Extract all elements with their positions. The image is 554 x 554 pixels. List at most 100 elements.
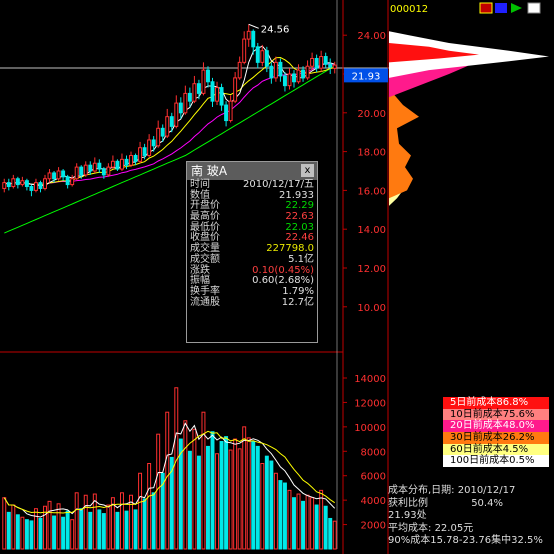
volume-tick-label: 8000 — [361, 447, 386, 458]
info-row-label: 流通股 — [190, 296, 220, 308]
candle-body — [319, 56, 324, 69]
volume-bar — [11, 504, 16, 550]
volume-bar — [183, 420, 188, 550]
candle-body — [201, 69, 206, 94]
volume-bar — [165, 411, 170, 550]
volume-bar — [210, 431, 215, 550]
volume-bar — [74, 492, 79, 550]
candle-body — [233, 77, 238, 102]
candle-body — [178, 102, 183, 114]
candle-body — [15, 178, 20, 186]
legend-item: 60日前成本4.5% — [443, 443, 549, 456]
volume-bar — [278, 480, 283, 550]
volume-bar — [314, 504, 319, 550]
candle-body — [310, 57, 315, 67]
concentration-line: 90%成本15.78-23.76集中32.5% — [388, 535, 543, 546]
volume-bar — [20, 516, 25, 550]
volume-bar — [237, 448, 242, 550]
volume-tick-label: 10000 — [354, 423, 386, 434]
volume-bar — [147, 463, 152, 550]
candle-body — [187, 92, 192, 102]
info-rows: 时间 2010/12/17/五 数值 21.933 开盘价 22.29 最高价 22.63 最低… — [187, 179, 317, 309]
candle-body — [101, 168, 106, 176]
stock-code: 000012 — [390, 4, 428, 15]
candle-body — [242, 38, 247, 63]
volume-bar — [70, 519, 75, 550]
profit-ratio-value: 50.4% — [471, 497, 503, 509]
price-point-line: 21.93处 — [388, 510, 427, 521]
high-marker-label: 24.56 — [261, 24, 290, 35]
candle-body — [151, 139, 156, 147]
volume-bar — [228, 449, 233, 550]
volume-bar — [29, 520, 34, 550]
volume-bar — [174, 387, 179, 550]
volume-tick-label: 12000 — [354, 398, 386, 409]
candle-body — [174, 102, 179, 127]
candle-body — [314, 57, 319, 69]
info-row-value: 5.1亿 — [288, 253, 314, 265]
volume-bar — [129, 494, 133, 550]
candle-body — [287, 73, 292, 87]
candle-body — [328, 63, 333, 68]
grid-icon[interactable] — [495, 3, 507, 13]
candle-body — [228, 100, 233, 122]
candle-body — [323, 56, 328, 65]
price-tick-label: 14.00 — [357, 225, 386, 236]
volume-bar — [255, 445, 260, 550]
candle-body — [278, 61, 283, 77]
cost-distribution-legend: 5日前成本86.8% 10日前成本75.6% 20日前成本48.0% 30日前成本26… — [443, 397, 549, 468]
volume-tick-label: 4000 — [361, 496, 386, 507]
candle-body — [92, 162, 97, 172]
legend-item: 100日前成本0.5% — [443, 455, 549, 468]
price-tick-label: 12.00 — [357, 264, 386, 275]
volume-bar — [206, 445, 210, 550]
candle-body — [110, 160, 115, 168]
legend-item: 5日前成本86.8% — [443, 397, 549, 409]
volume-bar — [310, 497, 315, 550]
candle-body — [260, 50, 265, 63]
volume-bar — [282, 482, 287, 550]
candle-body — [210, 81, 215, 102]
flag-icon[interactable] — [479, 2, 493, 14]
candle-body — [183, 92, 188, 114]
volume-bar — [101, 513, 106, 550]
volume-bar — [2, 497, 7, 550]
window-icon[interactable] — [527, 2, 541, 14]
volume-bar — [65, 510, 70, 550]
profit-ratio-line: 获利比例 50.4% — [388, 498, 554, 511]
candle-body — [88, 164, 93, 172]
candle-body — [292, 73, 296, 83]
current-price-label: 21.93 — [352, 71, 381, 82]
cost-distribution-info: 成本分布,日期: 2010/12/17 获利比例 50.4% 21.93处 平均… — [388, 485, 554, 548]
volume-bar — [215, 453, 220, 550]
arrow-icon[interactable] — [511, 3, 522, 13]
volume-bar — [97, 509, 102, 550]
stock-name: 南 玻A — [191, 164, 228, 178]
candle-body — [33, 182, 38, 191]
candle-body — [47, 172, 52, 180]
volume-tick-label: 2000 — [361, 521, 386, 532]
info-row: 成交额 5.1亿 — [187, 253, 317, 266]
candle-body — [332, 64, 337, 69]
volume-bar — [187, 450, 192, 550]
candle-body — [206, 69, 210, 83]
high-marker-pointer — [248, 23, 259, 29]
cost-profile-30d — [389, 89, 419, 199]
volume-bar — [224, 436, 229, 550]
legend-item: 20日前成本48.0% — [443, 420, 549, 433]
volume-bar — [79, 508, 84, 550]
candle-body — [301, 69, 306, 79]
candle-body — [196, 83, 201, 94]
candle-body — [97, 162, 102, 170]
candle-body — [61, 170, 66, 178]
info-row-label: 成交额 — [190, 253, 220, 265]
cost-date-line: 成本分布,日期: 2010/12/17 — [388, 485, 516, 496]
close-icon[interactable]: x — [301, 164, 314, 177]
info-row: 流通股 12.7亿 — [187, 296, 317, 309]
candle-body — [6, 182, 11, 188]
candle-body — [273, 61, 278, 79]
volume-bar — [301, 500, 306, 550]
volume-bar — [106, 504, 111, 550]
info-row-label: 换手率 — [190, 285, 220, 297]
volume-bar — [264, 455, 269, 550]
